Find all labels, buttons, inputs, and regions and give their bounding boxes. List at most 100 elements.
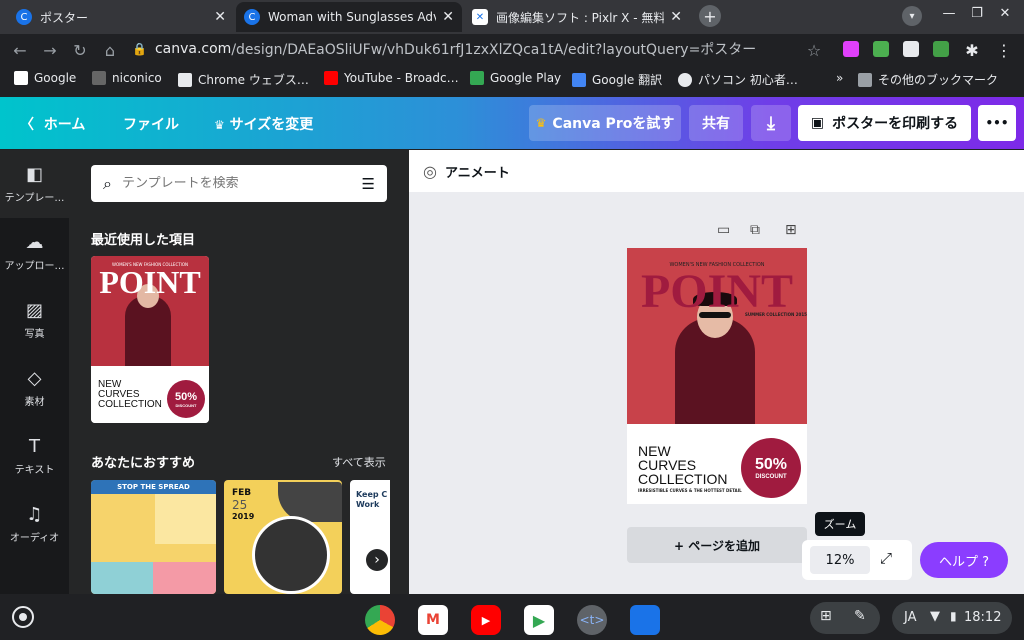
lock-icon: 🔒	[132, 42, 147, 56]
animate-button[interactable]: アニメート	[445, 162, 510, 181]
fullscreen-icon[interactable]: ⤢	[880, 549, 892, 567]
bookmark-item[interactable]: Google 翻訳	[572, 71, 662, 88]
try-pro-button[interactable]: ♛ Canva Proを試す	[529, 105, 681, 141]
close-tab-icon[interactable]: ✕	[442, 9, 454, 25]
close-window-icon[interactable]: ✕	[994, 6, 1016, 21]
bookmark-item[interactable]: Google	[14, 71, 76, 85]
bookmark-folder[interactable]: その他のブックマーク	[858, 71, 998, 88]
menu-icon[interactable]: ⋮	[994, 41, 1014, 60]
pro-label: Canva Proを試す	[552, 116, 675, 132]
tab-title: 画像編集ソフト : Pixlr X - 無料	[496, 10, 665, 25]
rail-item-text[interactable]: T テキスト	[0, 422, 69, 490]
status-tray[interactable]: JA ▼ ▮ 18:12	[892, 602, 1012, 634]
recent-template-thumbnail[interactable]: WOMEN'S NEW FASHION COLLECTION POINT NEW…	[91, 256, 209, 423]
chrome-app-icon[interactable]	[365, 605, 395, 635]
chevron-left-icon: 〈	[20, 117, 34, 133]
add-page-button[interactable]: + ページを追加	[627, 527, 807, 563]
puzzle-icon[interactable]: ✱	[962, 41, 982, 60]
zoom-value: 12%	[825, 552, 855, 568]
star-icon[interactable]: ☆	[804, 41, 824, 60]
screenshot-icon[interactable]: ⊞	[820, 608, 832, 624]
resize-button[interactable]: ♛ サイズを変更	[214, 114, 313, 134]
note-icon[interactable]: ▭	[717, 222, 730, 238]
audio-icon: ♫	[26, 504, 43, 525]
translate-icon	[572, 72, 586, 87]
recommended-template[interactable]: FEB 25 2019	[224, 480, 342, 594]
bookmark-item[interactable]: YouTube - Broadc…	[324, 71, 459, 85]
bookmark-label: Google Play	[490, 71, 562, 85]
rail-item-audio[interactable]: ♫ オーディオ	[0, 490, 69, 558]
poster-line: COLLECTION	[98, 399, 162, 410]
poster-page[interactable]: WOMEN'S NEW FASHION COLLECTION POINT SUM…	[627, 248, 807, 504]
help-button[interactable]: ヘルプ ?	[920, 542, 1008, 578]
bookmark-item[interactable]: niconico	[92, 71, 162, 85]
launcher-icon[interactable]	[12, 606, 34, 628]
close-tab-icon[interactable]: ✕	[214, 9, 226, 25]
extension-icon[interactable]	[873, 41, 889, 57]
help-label: ヘルプ ?	[938, 554, 990, 570]
home-button[interactable]: 〈 ホーム	[20, 114, 85, 134]
file-label: ファイル	[123, 117, 179, 133]
play-store-app-icon[interactable]: ▶	[524, 605, 554, 635]
filter-icon[interactable]: ☰	[362, 175, 375, 193]
niconico-icon	[92, 71, 106, 85]
forward-icon[interactable]: →	[40, 41, 60, 60]
more-label: •••	[985, 116, 1009, 130]
files-app-icon[interactable]	[630, 605, 660, 635]
animate-icon[interactable]: ◎	[423, 162, 437, 181]
browser-tab[interactable]: ✕ 画像編集ソフト : Pixlr X - 無料 ✕	[464, 2, 690, 32]
extension-icon[interactable]	[933, 41, 949, 57]
file-menu[interactable]: ファイル	[123, 114, 179, 134]
share-button[interactable]: 共有	[689, 105, 743, 141]
address-bar-row: ← → ↻ ⌂ 🔒 canva.com/design/DAEaOSliUFw/v…	[0, 34, 1024, 66]
new-tab-button[interactable]: +	[699, 5, 721, 27]
more-options-button[interactable]: •••	[978, 105, 1016, 141]
bookmark-item[interactable]: Google Play	[470, 71, 561, 85]
download-icon[interactable]: ⤓	[751, 105, 791, 141]
extension-icon[interactable]	[903, 41, 919, 57]
url-field[interactable]: 🔒 canva.com/design/DAEaOSliUFw/vhDuk61rf…	[132, 35, 832, 63]
search-input[interactable]	[121, 176, 362, 191]
youtube-app-icon[interactable]: ▶	[471, 605, 501, 635]
home-icon[interactable]: ⌂	[100, 41, 120, 60]
elements-icon: ◇	[27, 368, 42, 389]
bookmark-item[interactable]: パソコン 初心者…	[678, 71, 798, 88]
add-page-icon[interactable]: ⊞	[785, 222, 797, 238]
minimize-icon[interactable]: —	[938, 6, 960, 21]
bookmark-label: Google	[34, 71, 77, 85]
rail-item-elements[interactable]: ◇ 素材	[0, 354, 69, 422]
maximize-icon[interactable]: ❐	[966, 6, 988, 21]
recommended-template[interactable]: Keep C Work	[350, 480, 390, 594]
rail-label: 写真	[24, 329, 45, 340]
side-rail: ◧ テンプレー… ☁ アップロー… ▨ 写真 ◇ 素材 T テキスト ♫ オーディオ	[0, 150, 69, 594]
browser-tab[interactable]: C ポスター ✕	[8, 2, 234, 32]
recommended-template[interactable]: STOP THE SPREAD	[91, 480, 216, 594]
reload-icon[interactable]: ↻	[70, 41, 90, 60]
tray-tools: ⊞ ✎	[810, 602, 880, 634]
back-icon[interactable]: ←	[10, 41, 30, 60]
pen-icon[interactable]: ✎	[854, 608, 866, 624]
template-search[interactable]: ⌕ ☰	[91, 165, 387, 202]
bookmarks-more-icon[interactable]: »	[836, 71, 843, 85]
extension-icon[interactable]	[843, 41, 859, 57]
crown-icon: ♛	[214, 118, 225, 132]
carousel-next-icon[interactable]: ›	[366, 549, 388, 571]
browser-tab-active[interactable]: C Woman with Sunglasses Adve ✕	[236, 2, 462, 32]
print-poster-button[interactable]: ▣ ポスターを印刷する	[798, 105, 971, 141]
gmail-app-icon[interactable]: M	[418, 605, 448, 635]
rail-item-uploads[interactable]: ☁ アップロー…	[0, 218, 69, 286]
show-all-link[interactable]: すべて表示	[332, 454, 386, 470]
rail-item-templates[interactable]: ◧ テンプレー…	[0, 150, 69, 218]
discount-badge: 50% DISCOUNT	[167, 380, 205, 418]
close-tab-icon[interactable]: ✕	[670, 9, 682, 25]
clock: 18:12	[964, 610, 1002, 625]
bookmark-item[interactable]: Chrome ウェブス…	[178, 71, 309, 88]
profile-icon[interactable]: ▾	[902, 6, 922, 26]
upload-icon: ☁	[25, 232, 44, 253]
more-label: »	[836, 71, 844, 85]
zoom-level[interactable]: 12%	[810, 546, 870, 574]
rail-item-photos[interactable]: ▨ 写真	[0, 286, 69, 354]
terminal-app-icon[interactable]: <t>	[577, 605, 607, 635]
duplicate-page-icon[interactable]: ⧉	[750, 222, 760, 238]
bookmark-label: niconico	[112, 71, 162, 85]
